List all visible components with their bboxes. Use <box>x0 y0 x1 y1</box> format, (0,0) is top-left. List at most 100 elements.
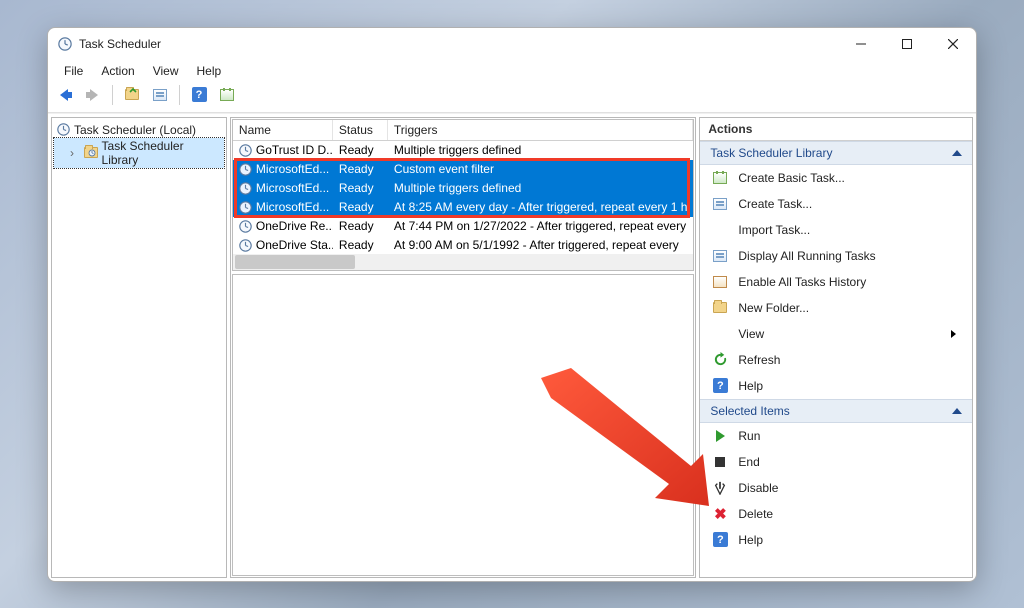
help-icon: ? <box>713 378 728 393</box>
table-row[interactable]: MicrosoftEd... Ready Custom event filter <box>233 160 693 179</box>
clock-icon <box>58 37 72 51</box>
task-status: Ready <box>339 238 374 252</box>
history-icon <box>713 276 727 288</box>
help-icon: ? <box>713 532 728 547</box>
horizontal-scrollbar[interactable] <box>233 254 693 270</box>
task-trigger: Custom event filter <box>394 162 494 176</box>
menu-action[interactable]: Action <box>93 62 142 80</box>
tree-root[interactable]: Task Scheduler (Local) <box>54 122 224 138</box>
content-area: Task Scheduler (Local) › Task Scheduler … <box>48 113 976 581</box>
blank-icon <box>712 222 728 238</box>
task-pane: Name Status Triggers GoTrust ID D... Read… <box>230 117 696 578</box>
column-name[interactable]: Name <box>233 120 333 140</box>
titlebar: Task Scheduler <box>48 28 976 60</box>
column-triggers[interactable]: Triggers <box>388 120 693 140</box>
action-label: Help <box>738 533 763 547</box>
folder-icon <box>84 147 98 158</box>
action-view-submenu[interactable]: View <box>700 321 972 347</box>
task-name: MicrosoftEd... <box>256 162 329 176</box>
action-label: Disable <box>738 481 778 495</box>
nav-forward-button[interactable] <box>82 84 104 106</box>
action-create-task[interactable]: Create Task... <box>700 191 972 217</box>
menu-file[interactable]: File <box>56 62 91 80</box>
disable-icon <box>712 480 728 496</box>
task-name: OneDrive Sta... <box>256 238 333 252</box>
table-row[interactable]: OneDrive Re...ReadyAt 7:44 PM on 1/27/20… <box>233 217 693 236</box>
action-label: Import Task... <box>738 223 810 237</box>
nav-back-button[interactable] <box>54 84 76 106</box>
library-actions-list: Create Basic Task... Create Task... Impo… <box>700 165 972 399</box>
task-name: MicrosoftEd... <box>256 181 329 195</box>
action-help[interactable]: ? Help <box>700 373 972 399</box>
actions-section-library[interactable]: Task Scheduler Library <box>700 141 972 165</box>
folder-icon <box>713 302 727 313</box>
task-status: Ready <box>339 143 374 157</box>
action-new-folder[interactable]: New Folder... <box>700 295 972 321</box>
properties-button[interactable] <box>149 84 171 106</box>
actions-section-library-label: Task Scheduler Library <box>710 146 832 160</box>
toolbar-separator <box>179 85 180 105</box>
table-row[interactable]: OneDrive Sta... Ready At 9:00 AM on 5/1/19… <box>233 236 693 254</box>
expand-icon[interactable]: › <box>70 146 80 160</box>
action-refresh[interactable]: Refresh <box>700 347 972 373</box>
table-row[interactable]: GoTrust ID D... Ready Multiple triggers de… <box>233 141 693 160</box>
task-trigger: At 7:44 PM on 1/27/2022 - After triggere… <box>394 219 686 233</box>
actions-section-selected[interactable]: Selected Items <box>700 399 972 423</box>
scrollbar-thumb[interactable] <box>235 255 355 269</box>
blank-icon <box>712 326 728 342</box>
task-status: Ready <box>339 219 374 233</box>
maximize-button[interactable] <box>884 28 930 60</box>
help-button[interactable]: ? <box>188 84 210 106</box>
tree-root-label: Task Scheduler (Local) <box>74 123 196 137</box>
action-label: View <box>738 327 764 341</box>
action-enable-history[interactable]: Enable All Tasks History <box>700 269 972 295</box>
action-help-2[interactable]: ? Help <box>700 527 972 553</box>
action-disable[interactable]: Disable <box>700 475 972 501</box>
actions-section-selected-label: Selected Items <box>710 404 789 418</box>
table-row[interactable]: MicrosoftEd... Ready Multiple triggers def… <box>233 179 693 198</box>
chevron-right-icon <box>951 330 956 338</box>
action-display-running[interactable]: Display All Running Tasks <box>700 243 972 269</box>
column-status[interactable]: Status <box>333 120 388 140</box>
action-run[interactable]: Run <box>700 423 972 449</box>
task-name: MicrosoftEd... <box>256 200 329 214</box>
action-label: Refresh <box>738 353 780 367</box>
menu-help[interactable]: Help <box>189 62 230 80</box>
tree-library[interactable]: › Task Scheduler Library <box>54 138 224 168</box>
toolbar: ? <box>48 82 976 113</box>
stop-icon <box>715 457 725 467</box>
task-details-panel <box>232 274 694 576</box>
action-import-task[interactable]: Import Task... <box>700 217 972 243</box>
task-trigger: At 8:25 AM every day - After triggered, … <box>394 200 687 214</box>
tree-pane: Task Scheduler (Local) › Task Scheduler … <box>51 117 227 578</box>
task-table-header: Name Status Triggers <box>233 120 693 141</box>
clock-icon <box>57 123 70 136</box>
calendar-button[interactable] <box>216 84 238 106</box>
action-delete[interactable]: ✖Delete <box>700 501 972 527</box>
action-create-basic-task[interactable]: Create Basic Task... <box>700 165 972 191</box>
task-trigger: At 9:00 AM on 5/1/1992 - After triggered… <box>394 238 679 252</box>
up-folder-button[interactable] <box>121 84 143 106</box>
window-title: Task Scheduler <box>79 37 161 51</box>
refresh-icon <box>712 352 728 368</box>
action-end[interactable]: End <box>700 449 972 475</box>
menu-view[interactable]: View <box>145 62 187 80</box>
action-label: Display All Running Tasks <box>738 249 875 263</box>
play-icon <box>716 430 725 442</box>
minimize-button[interactable] <box>838 28 884 60</box>
actions-pane: Actions Task Scheduler Library Create Ba… <box>699 117 973 578</box>
table-row[interactable]: MicrosoftEd...ReadyAt 8:25 AM every day … <box>233 198 693 217</box>
menubar: File Action View Help <box>48 60 976 82</box>
list-icon <box>713 250 727 262</box>
action-label: Delete <box>738 507 773 521</box>
task-status: Ready <box>339 162 374 176</box>
task-trigger: Multiple triggers defined <box>394 143 521 157</box>
action-label: End <box>738 455 759 469</box>
task-trigger: Multiple triggers defined <box>394 181 521 195</box>
close-button[interactable] <box>930 28 976 60</box>
collapse-icon <box>952 408 962 414</box>
task-name: GoTrust ID D... <box>256 143 333 157</box>
action-label: Help <box>738 379 763 393</box>
action-label: Create Task... <box>738 197 812 211</box>
task-status: Ready <box>339 181 374 195</box>
